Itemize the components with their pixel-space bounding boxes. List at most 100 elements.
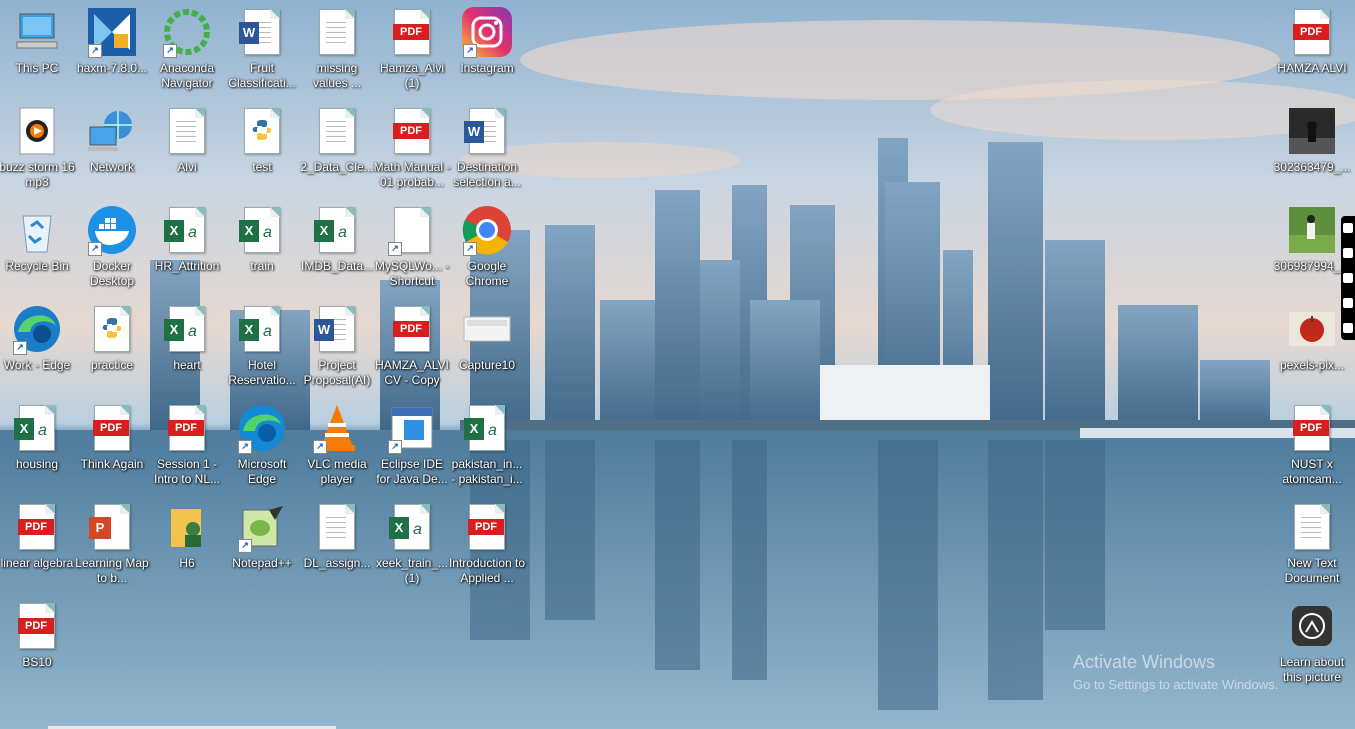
- link-icon[interactable]: [1343, 223, 1353, 234]
- right-icon-hamza-alvi[interactable]: PDF HAMZA ALVI: [1275, 6, 1349, 102]
- desktop-icon-anaconda-navigator[interactable]: ↗ Anaconda Navigator: [150, 6, 224, 102]
- text-icon: [1286, 501, 1338, 553]
- desktop-icon-fruit-classificati[interactable]: W Fruit Classificati...: [225, 6, 299, 102]
- desktop-icon-dl-assign[interactable]: DL_assign...: [300, 501, 374, 597]
- desktop-icon-mysqlwo-shortcut[interactable]: ↗ MySQLWo... - Shortcut: [375, 204, 449, 300]
- word-icon: W: [311, 303, 363, 355]
- desktop-icon-hotel-reservatio[interactable]: Xa Hotel Reservatio...: [225, 303, 299, 399]
- icon-label: Google Chrome: [465, 259, 509, 288]
- desktop-icon-docker-desktop[interactable]: ↗ Docker Desktop: [75, 204, 149, 300]
- desktop-icon-imdb-data[interactable]: Xa IMDB_Data...: [300, 204, 374, 300]
- desktop-icon-xeek-train-1[interactable]: Xa xeek_train_... (1): [375, 501, 449, 597]
- icon-label: Hotel Reservatio...: [228, 358, 296, 387]
- right-icon-nust-x-atomcam[interactable]: PDF NUST x atomcam...: [1275, 402, 1349, 498]
- pdf-icon: PDF: [86, 402, 138, 454]
- desktop-icon-buzz-storm-16-mp3[interactable]: buzz storm 16 mp3: [0, 105, 75, 201]
- desktop-icon-learning-map-to-b[interactable]: P Learning Map to b...: [75, 501, 149, 597]
- shortcut-arrow-icon: ↗: [388, 242, 402, 256]
- desktop-icon-project-proposal-ai[interactable]: W Project Proposal(AI): [300, 303, 374, 399]
- right-icon-new-text-document[interactable]: New Text Document: [1275, 501, 1349, 597]
- pdf-icon: PDF: [11, 600, 63, 652]
- desktop-icon-this-pc[interactable]: This PC: [0, 6, 74, 102]
- excel-icon: Xa: [161, 204, 213, 256]
- text-icon: [311, 6, 363, 58]
- excel-icon: Xa: [161, 303, 213, 355]
- text-icon: [311, 105, 363, 157]
- side-widget-bar[interactable]: [1341, 216, 1355, 340]
- right-icon-pexels-pix[interactable]: pexels-pix...: [1275, 303, 1349, 399]
- icon-label: test: [252, 160, 272, 174]
- shortcut-arrow-icon: ↗: [238, 440, 252, 454]
- desktop-icon-heart[interactable]: Xa heart: [150, 303, 224, 399]
- shortcut-arrow-icon: ↗: [463, 242, 477, 256]
- desktop-icon-test[interactable]: test: [225, 105, 299, 201]
- icon-label: Fruit Classificati...: [228, 61, 296, 90]
- icon-label: Think Again: [80, 457, 144, 471]
- desktop-icon-2-data-cle[interactable]: 2_Data_Cle...: [300, 105, 374, 201]
- icon-label: HR_Attrition: [154, 259, 220, 273]
- desktop-icon-google-chrome[interactable]: ↗ Google Chrome: [450, 204, 524, 300]
- icon-label: Learning Map to b...: [75, 556, 149, 585]
- icon-label: Hamza_Alvi (1): [379, 61, 445, 90]
- excel-icon: Xa: [11, 402, 63, 454]
- folder-icon: [161, 501, 213, 553]
- text-icon: [311, 501, 363, 553]
- desktop-icon-destination-selection-a[interactable]: W Destination selection a...: [450, 105, 524, 201]
- desktop-icon-math-manual-01-probab[interactable]: PDF Math Manual - 01 probab...: [374, 105, 450, 201]
- desktop-icon-session-1-intro-to-nl[interactable]: PDF Session 1 - Intro to NL...: [150, 402, 224, 498]
- window-icon[interactable]: [1343, 272, 1353, 283]
- pdf-icon: PDF: [386, 105, 438, 157]
- icon-label: VLC media player: [307, 457, 367, 486]
- icon-label: HAMZA_ALVI CV - Copy: [375, 358, 449, 387]
- icon-label: practice: [90, 358, 134, 372]
- gear-icon[interactable]: [1343, 322, 1353, 333]
- icon-label: 302363479_...: [1273, 160, 1351, 174]
- vlc-icon: ↗: [311, 402, 363, 454]
- pdf-icon: PDF: [1286, 6, 1338, 58]
- desktop-icon-capture10[interactable]: Capture10: [450, 303, 524, 399]
- desktop-icon-housing[interactable]: Xa housing: [0, 402, 74, 498]
- desktop-icon-introduction-to-applied[interactable]: PDF Introduction to Applied ...: [448, 501, 526, 597]
- activate-windows-subtitle: Go to Settings to activate Windows.: [1073, 677, 1279, 692]
- desktop-icon-instagram[interactable]: ↗ Instagram: [450, 6, 524, 102]
- icon-label: housing: [15, 457, 59, 471]
- right-icon-306987994[interactable]: 306987994_...: [1274, 204, 1350, 300]
- desktop-icon-practice[interactable]: practice: [75, 303, 149, 399]
- desktop-icon-alvi[interactable]: Alvi: [150, 105, 224, 201]
- desktop-icon-hr-attrition[interactable]: Xa HR_Attrition: [150, 204, 224, 300]
- desktop-icon-notepad[interactable]: ↗ Notepad++: [225, 501, 299, 597]
- capture-icon: [461, 303, 513, 355]
- desktop-icon-haxm-7-8-0[interactable]: ↗ haxm-7.8.0...: [75, 6, 149, 102]
- search-icon[interactable]: [1343, 248, 1353, 259]
- python-icon: [236, 105, 288, 157]
- right-icon-302363479[interactable]: 302363479_...: [1273, 105, 1351, 201]
- photo-green-icon: [1286, 204, 1338, 256]
- spotlight-icon: [1286, 600, 1338, 652]
- activate-windows-title: Activate Windows: [1073, 652, 1216, 672]
- edgework-icon: ↗: [11, 303, 63, 355]
- desktop-icon-think-again[interactable]: PDF Think Again: [75, 402, 149, 498]
- right-icon-learn-about-this-picture[interactable]: Learn about this picture: [1275, 600, 1349, 696]
- desktop-icon-vlc-media-player[interactable]: ↗ VLC media player: [300, 402, 374, 498]
- python-icon: [86, 303, 138, 355]
- pdf-icon: PDF: [461, 501, 513, 553]
- desktop-icon-work-edge[interactable]: ↗ Work - Edge: [0, 303, 74, 399]
- excel-icon: Xa: [461, 402, 513, 454]
- desktop-icon-recycle-bin[interactable]: Recycle Bin: [0, 204, 74, 300]
- desktop-icon-train[interactable]: Xa train: [225, 204, 299, 300]
- desktop-icon-pakistan-in-pakistan-i[interactable]: Xa pakistan_in... - pakistan_i...: [450, 402, 524, 498]
- pdf-icon: PDF: [161, 402, 213, 454]
- desktop-icon-h6[interactable]: H6: [150, 501, 224, 597]
- desktop-icon-hamza-alvi-1[interactable]: PDF Hamza_Alvi (1): [375, 6, 449, 102]
- icon-label: pakistan_in... - pakistan_i...: [451, 457, 523, 486]
- excel-icon: Xa: [311, 204, 363, 256]
- desktop-icon-microsoft-edge[interactable]: ↗ Microsoft Edge: [225, 402, 299, 498]
- desktop-icon-hamza-alvi-cv-copy[interactable]: PDF HAMZA_ALVI CV - Copy: [375, 303, 449, 399]
- icon-label: Introduction to Applied ...: [448, 556, 526, 585]
- desktop-icon-missing-values[interactable]: missing values ...: [300, 6, 374, 102]
- desktop-icon-network[interactable]: Network: [75, 105, 149, 201]
- desktop-icon-bs10[interactable]: PDF BS10: [0, 600, 74, 696]
- desktop-icon-eclipse-ide-for-java-de[interactable]: ↗ Eclipse IDE for Java De...: [375, 402, 449, 498]
- desktop-icon-linear-algebra[interactable]: PDF linear algebra: [0, 501, 74, 597]
- copy-icon[interactable]: [1343, 297, 1353, 308]
